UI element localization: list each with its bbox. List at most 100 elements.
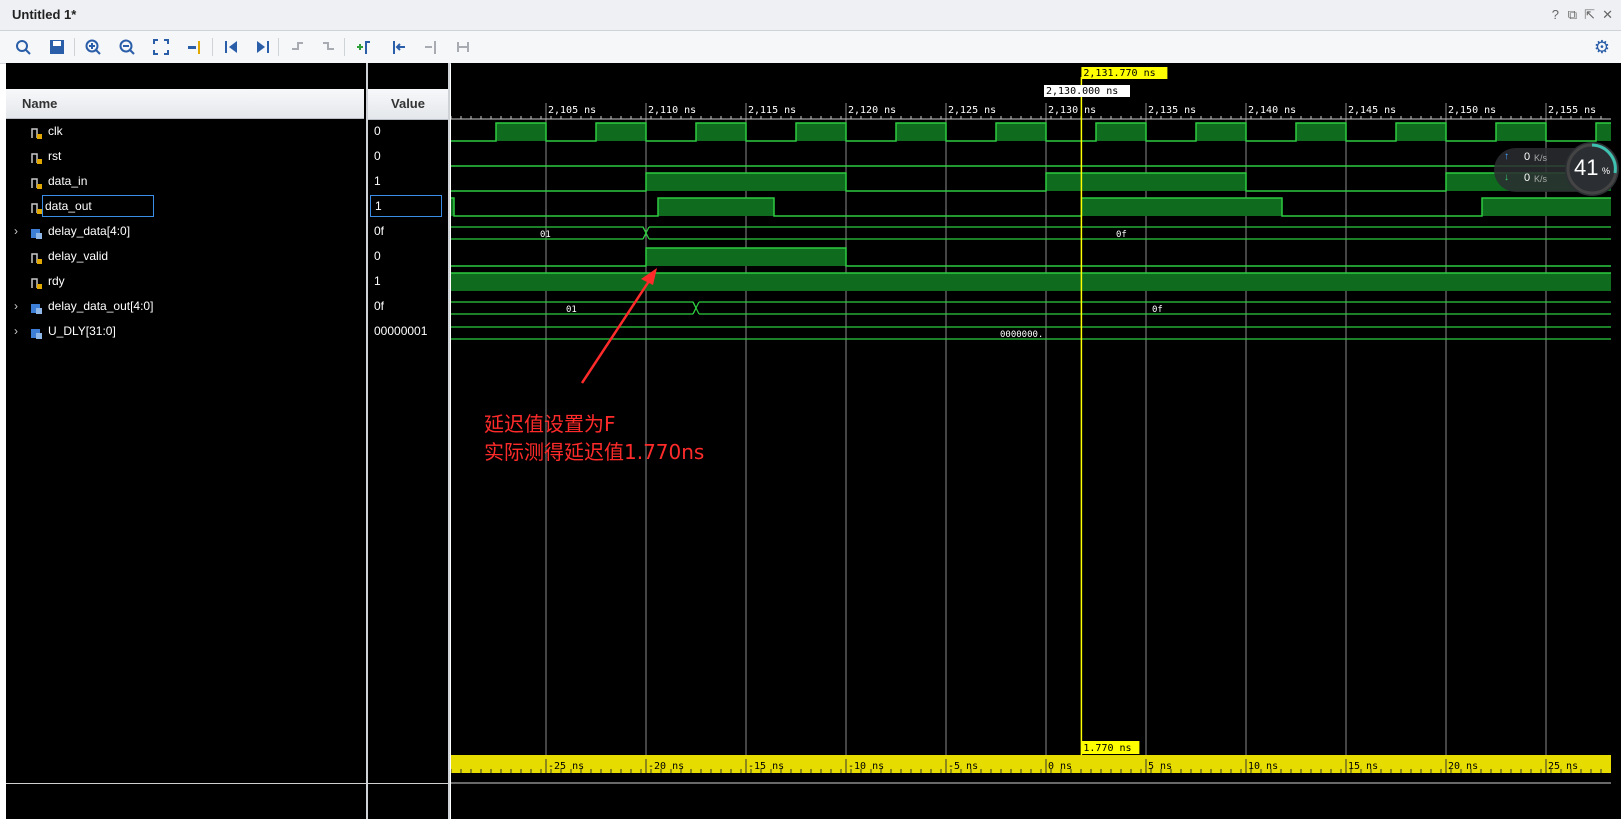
signal-row[interactable]: rdy	[6, 269, 364, 293]
signal-value: 0	[374, 124, 381, 138]
expand-chevron-icon[interactable]: ›	[14, 319, 18, 343]
signal-row[interactable]: › U_DLY[31:0]	[6, 319, 364, 343]
swap-cursors-icon[interactable]	[452, 36, 474, 58]
cpu-percent: 41	[1574, 155, 1599, 180]
time-tick-label: 2,145 ns	[1348, 105, 1396, 116]
bit-signal-icon	[30, 249, 44, 264]
wave-high-fill	[1081, 198, 1282, 216]
bit-signal-icon	[30, 124, 44, 139]
go-to-start-icon[interactable]	[220, 36, 242, 58]
save-icon[interactable]	[46, 36, 68, 58]
waveform-data_in[interactable]	[451, 172, 1611, 192]
relative-tick-label: -10 ns	[848, 761, 884, 772]
bus-signal-icon	[30, 324, 44, 339]
wave-high-fill	[646, 173, 846, 191]
cpu-percent-sign: %	[1602, 166, 1611, 176]
help-icon[interactable]: ?	[1552, 7, 1559, 22]
expand-chevron-icon[interactable]: ›	[14, 294, 18, 318]
toolbar-separator	[344, 38, 345, 56]
bus-signal-icon	[30, 224, 44, 239]
add-marker-icon[interactable]	[352, 36, 374, 58]
signal-name: delay_data_out[4:0]	[48, 299, 154, 313]
gear-icon[interactable]: ⚙	[1591, 36, 1613, 58]
close-icon[interactable]: ✕	[1602, 7, 1613, 23]
upload-unit: K/s	[1534, 153, 1548, 163]
wave-high-fill	[1496, 123, 1546, 141]
panel-bottom-line	[6, 783, 366, 784]
signal-row[interactable]: › delay_data_out[4:0]	[6, 294, 364, 318]
value-panel: Value 0 0 1 1 0f 0 1 0f 00000001	[368, 63, 448, 819]
time-tick-label: 2,155 ns	[1548, 105, 1596, 116]
download-unit: K/s	[1534, 174, 1548, 184]
signal-name: rst	[48, 149, 62, 163]
main-cursor-time: 2,131.770 ns	[1083, 68, 1155, 79]
wave-high-fill	[1396, 123, 1446, 141]
signal-row[interactable]: data_out	[6, 194, 364, 218]
signal-value: 0f	[374, 299, 385, 313]
waveform-delay_valid[interactable]	[451, 247, 1611, 267]
time-tick-label: 2,115 ns	[748, 105, 796, 116]
signal-value: 1	[374, 174, 381, 188]
zoom-fit-icon[interactable]	[150, 36, 172, 58]
wave-high-fill	[996, 123, 1046, 141]
signal-name: U_DLY[31:0]	[48, 324, 116, 338]
signal-row[interactable]: delay_valid	[6, 244, 364, 268]
previous-transition-icon[interactable]	[286, 36, 308, 58]
signal-value: 1	[370, 195, 442, 217]
signal-value: 0	[374, 249, 381, 263]
bus-segment-delay_data[4:0][interactable]	[649, 226, 1611, 240]
wave-high-fill	[1096, 123, 1146, 141]
download-speed: 0	[1524, 172, 1531, 184]
time-tick-label: 2,110 ns	[648, 105, 696, 116]
wave-high-fill	[451, 273, 1611, 291]
signal-value: 00000001	[374, 324, 428, 338]
bus-transition	[692, 301, 700, 315]
network-speed-widget[interactable]: ↑ 0 K/s ↓ 0 K/s 41 %	[1494, 140, 1621, 198]
signal-value: 0f	[374, 224, 385, 238]
relative-tick-label: -5 ns	[948, 761, 978, 772]
zoom-in-icon[interactable]	[82, 36, 104, 58]
signal-name: clk	[48, 124, 63, 138]
column-divider[interactable]	[448, 63, 450, 819]
signal-value: 0	[374, 149, 381, 163]
window-title: Untitled 1*	[12, 7, 77, 22]
restore-icon[interactable]: ⧉	[1568, 7, 1577, 23]
signal-name: data_in	[48, 174, 88, 188]
signal-name: delay_data[4:0]	[48, 224, 131, 238]
wave-high-fill	[1296, 123, 1346, 141]
go-to-cursor-icon[interactable]	[184, 36, 206, 58]
relative-tick-label: 0 ns	[1048, 761, 1072, 772]
name-column-header[interactable]: Name	[6, 89, 364, 119]
value-column-header[interactable]: Value	[368, 89, 448, 120]
next-transition-icon[interactable]	[318, 36, 340, 58]
upload-speed: 0	[1524, 151, 1531, 163]
expand-chevron-icon[interactable]: ›	[14, 219, 18, 243]
signal-row[interactable]: clk	[6, 119, 364, 143]
relative-tick-label: 15 ns	[1348, 761, 1378, 772]
next-marker-icon[interactable]	[420, 36, 442, 58]
zoom-out-icon[interactable]	[116, 36, 138, 58]
delta-time: 1.770 ns	[1083, 743, 1131, 754]
previous-marker-icon[interactable]	[388, 36, 410, 58]
signal-row[interactable]: › delay_data[4:0]	[6, 219, 364, 243]
bus-value-label: 0f	[1152, 305, 1163, 315]
bus-value-label: 01	[566, 305, 577, 315]
signal-row[interactable]: rst	[6, 144, 364, 168]
search-icon[interactable]	[12, 36, 34, 58]
time-tick-label: 2,105 ns	[548, 105, 596, 116]
relative-tick-label: -20 ns	[648, 761, 684, 772]
wave-high-fill	[1596, 123, 1611, 141]
waveform-data_out[interactable]	[451, 197, 1611, 217]
go-to-end-icon[interactable]	[252, 36, 274, 58]
wave-high-fill	[496, 123, 546, 141]
panel-bottom-line	[368, 783, 448, 784]
toolbar-separator	[278, 38, 279, 56]
float-icon[interactable]: ⇱	[1584, 7, 1595, 23]
annotation-line-1: 延迟值设置为F	[484, 412, 616, 436]
time-tick-label: 2,150 ns	[1448, 105, 1496, 116]
signal-row[interactable]: data_in	[6, 169, 364, 193]
signal-name: data_out	[42, 195, 154, 217]
toolbar-separator	[74, 38, 75, 56]
relative-tick-label: 10 ns	[1248, 761, 1278, 772]
time-tick-label: 2,120 ns	[848, 105, 896, 116]
